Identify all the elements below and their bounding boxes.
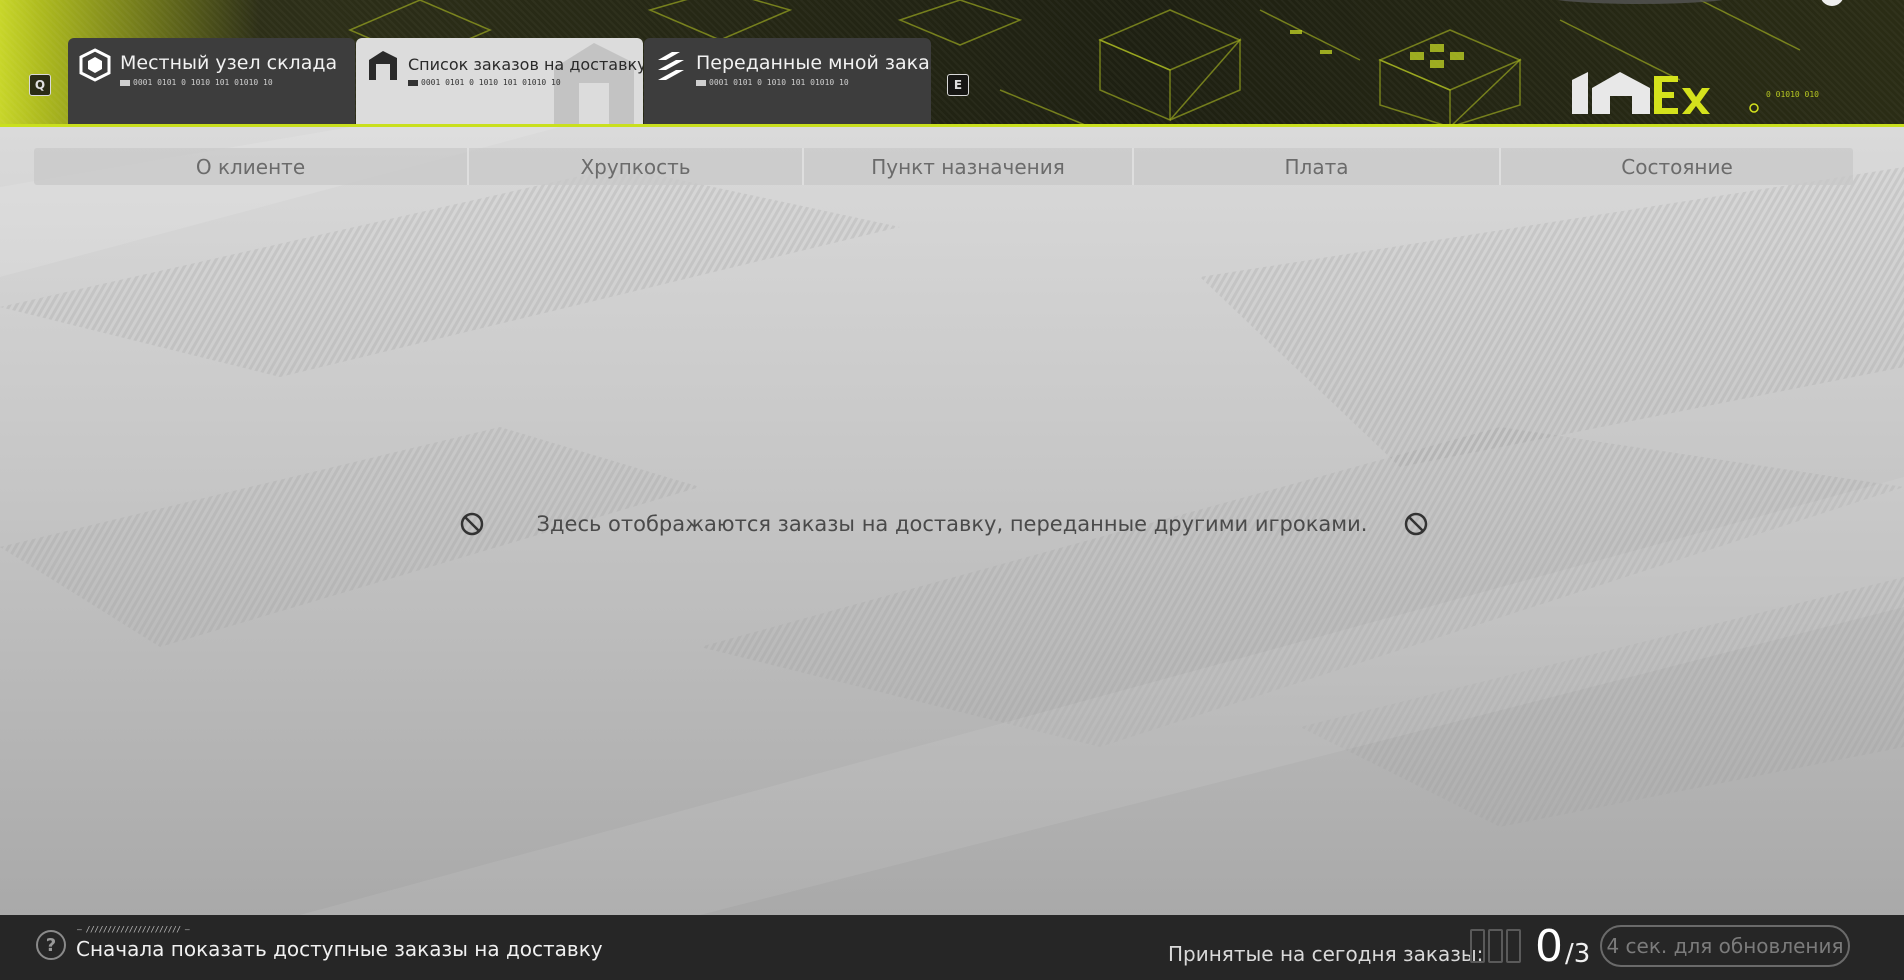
column-header-payment[interactable]: Плата xyxy=(1134,148,1501,185)
tab-code: 0001 0101 0 1010 101 01010 10 xyxy=(120,78,273,87)
brand-logo xyxy=(1572,72,1759,114)
empty-list-message: Здесь отображаются заказы на доставку, п… xyxy=(0,508,1904,540)
accepted-orders-max: /3 xyxy=(1565,939,1591,969)
tab-local-warehouse[interactable]: Местный узел склада 0001 0101 0 1010 101… xyxy=(68,38,355,127)
ban-icon xyxy=(1404,512,1428,536)
footer-sub-code: – ////////////////////// – xyxy=(77,925,190,934)
column-header-status[interactable]: Состояние xyxy=(1501,148,1853,185)
empty-list-text: Здесь отображаются заказы на доставку, п… xyxy=(536,512,1368,536)
handed-orders-icon xyxy=(658,52,684,80)
tab-code: 0001 0101 0 1010 101 01010 10 xyxy=(696,78,849,87)
warehouse-cube-icon xyxy=(79,48,111,82)
tab-label: Переданные мной заказы xyxy=(696,52,931,74)
column-header-fragility[interactable]: Хрупкость xyxy=(469,148,804,185)
tab-code: 0001 0101 0 1010 101 01010 10 xyxy=(408,78,561,87)
column-header-destination[interactable]: Пункт назначения xyxy=(804,148,1134,185)
tab-label: Местный узел склада xyxy=(120,52,338,74)
order-slot xyxy=(1488,929,1503,963)
column-header-client[interactable]: О клиенте xyxy=(34,148,469,185)
next-tab-key-hint[interactable]: E xyxy=(947,74,969,96)
tab-watermark-icon xyxy=(554,43,634,127)
prev-tab-key-hint[interactable]: Q xyxy=(29,74,51,96)
help-icon[interactable]: ? xyxy=(36,930,66,960)
show-available-first-toggle[interactable]: Сначала показать доступные заказы на дос… xyxy=(76,937,603,961)
accepted-orders-label: Принятые на сегодня заказы: xyxy=(1168,942,1484,966)
footer-bar: ? – ////////////////////// – Сначала пок… xyxy=(0,915,1904,980)
delivery-list-icon xyxy=(369,51,397,80)
tab-handed-orders[interactable]: Переданные мной заказы 0001 0101 0 1010 … xyxy=(644,38,931,127)
tab-delivery-list[interactable]: Список заказов на доставку 0001 0101 0 1… xyxy=(356,38,643,127)
header-bar: Q Местный узел склада 0001 0101 0 1010 1… xyxy=(0,0,1904,127)
logo-code-text: 0 01010 010 xyxy=(1766,90,1819,99)
accepted-orders-count: 0 xyxy=(1535,921,1563,972)
refresh-timer-button[interactable]: 4 сек. для обновления xyxy=(1600,925,1850,967)
order-table-header: О клиенте Хрупкость Пункт назначения Пла… xyxy=(34,148,1853,185)
tab-label: Список заказов на доставку xyxy=(408,55,643,74)
accepted-orders-slots xyxy=(1470,929,1521,963)
order-slot xyxy=(1506,929,1521,963)
order-slot xyxy=(1470,929,1485,963)
